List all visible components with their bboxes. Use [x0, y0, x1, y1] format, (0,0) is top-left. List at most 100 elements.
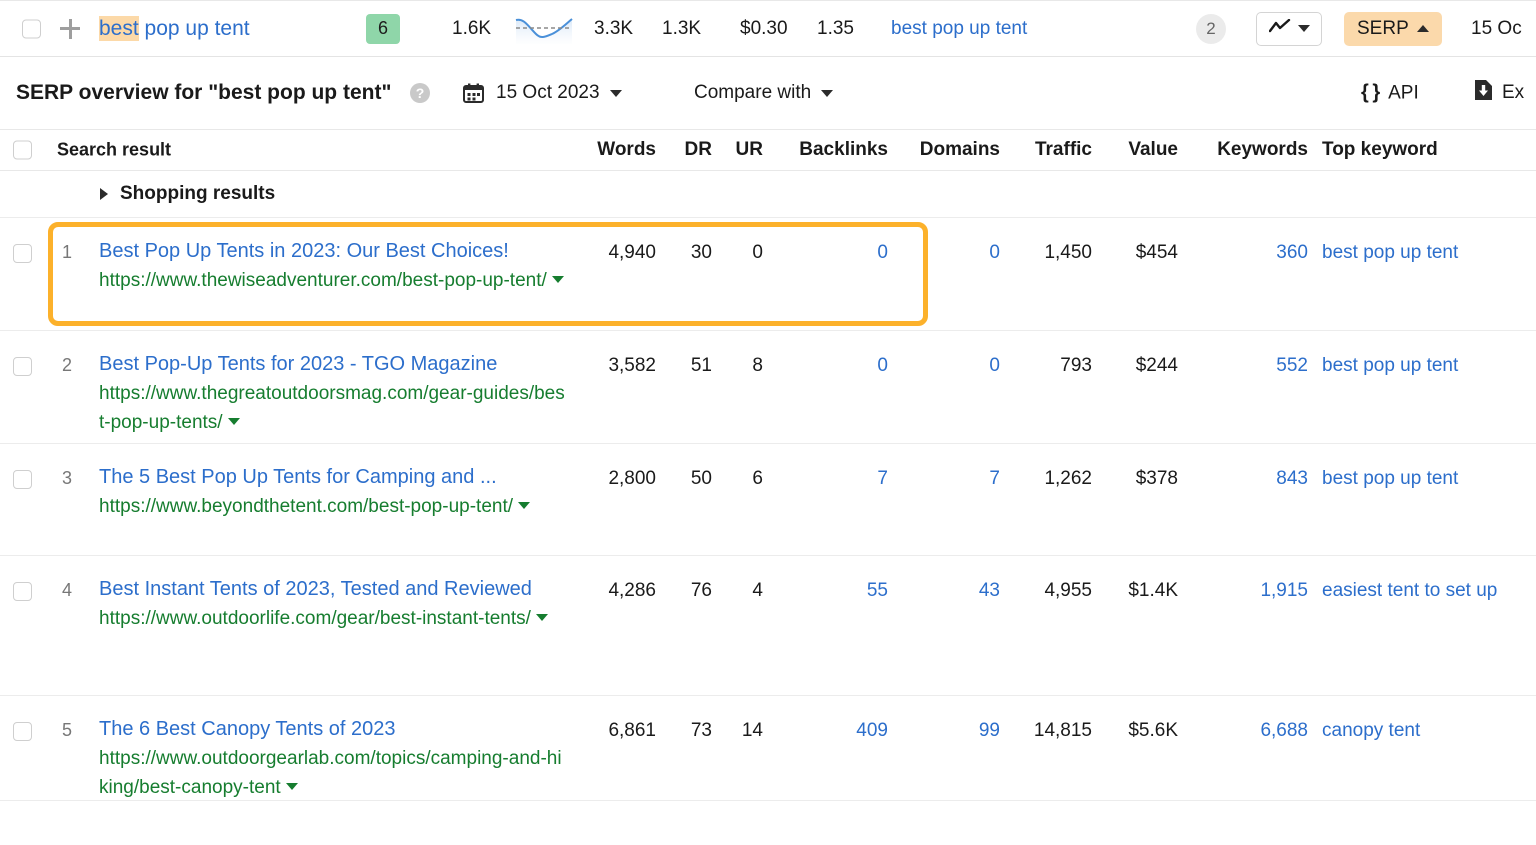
cell-keywords[interactable]: 360 — [1276, 242, 1308, 264]
chevron-down-icon — [821, 90, 833, 97]
result-url-link[interactable]: https://www.beyondthetent.com/best-pop-u… — [99, 492, 569, 521]
cell-keywords[interactable]: 6,688 — [1260, 720, 1308, 742]
chevron-down-icon[interactable] — [518, 502, 530, 509]
cell-domains[interactable]: 0 — [989, 355, 1000, 377]
result-cell: Best Pop-Up Tents for 2023 - TGO Magazin… — [99, 349, 569, 437]
row-position-number: 1 — [62, 242, 72, 263]
cell-backlinks[interactable]: 7 — [877, 468, 888, 490]
table-row[interactable]: 5The 6 Best Canopy Tents of 2023https://… — [0, 696, 1536, 801]
cell-top-keyword[interactable]: best pop up tent — [1322, 355, 1458, 377]
curly-braces-icon: { } — [1361, 82, 1379, 105]
row-checkbox[interactable] — [13, 722, 32, 741]
cell-domains[interactable]: 0 — [989, 242, 1000, 264]
cell-top-keyword[interactable]: best pop up tent — [1322, 468, 1458, 490]
result-url-link[interactable]: https://www.thegreatoutdoorsmag.com/gear… — [99, 379, 569, 437]
cell-words: 3,582 — [608, 355, 656, 377]
chevron-down-icon[interactable] — [552, 276, 564, 283]
volume-value: 1.6K — [452, 18, 491, 40]
cell-traffic: 4,955 — [1044, 580, 1092, 602]
row-checkbox[interactable] — [13, 470, 32, 489]
cell-traffic: 1,450 — [1044, 242, 1092, 264]
column-header-result[interactable]: Search result — [57, 140, 171, 161]
column-header-top-keyword[interactable]: Top keyword — [1322, 139, 1438, 161]
cell-backlinks[interactable]: 0 — [877, 242, 888, 264]
cell-traffic: 1,262 — [1044, 468, 1092, 490]
shopping-results-group-row[interactable]: Shopping results — [0, 171, 1536, 218]
cell-dr: 51 — [691, 355, 712, 377]
export-button[interactable]: Ex — [1474, 79, 1524, 107]
cell-dr: 73 — [691, 720, 712, 742]
cell-value: $454 — [1136, 242, 1178, 264]
select-all-checkbox[interactable] — [13, 141, 32, 160]
cell-domains[interactable]: 43 — [979, 580, 1000, 602]
table-row[interactable]: 2Best Pop-Up Tents for 2023 - TGO Magazi… — [0, 331, 1536, 444]
cell-value: $378 — [1136, 468, 1178, 490]
date-picker-label: 15 Oct 2023 — [496, 82, 600, 104]
result-title-link[interactable]: Best Instant Tents of 2023, Tested and R… — [99, 578, 532, 600]
serp-features-count[interactable]: 2 — [1196, 14, 1226, 44]
cell-words: 4,286 — [608, 580, 656, 602]
cell-top-keyword[interactable]: best pop up tent — [1322, 242, 1458, 264]
table-row[interactable]: 4 Best Instant Tents of 2023, Tested and … — [0, 556, 1536, 696]
keyword-highlight: best — [99, 16, 139, 41]
date-picker[interactable]: 15 Oct 2023 — [496, 82, 622, 104]
cps-value: 1.35 — [817, 18, 854, 40]
chevron-down-icon[interactable] — [228, 418, 240, 425]
chevron-down-icon[interactable] — [536, 614, 548, 621]
cell-keywords[interactable]: 552 — [1276, 355, 1308, 377]
result-title-link[interactable]: The 6 Best Canopy Tents of 2023 — [99, 718, 396, 740]
result-title-link[interactable]: Best Pop-Up Tents for 2023 - TGO Magazin… — [99, 353, 497, 375]
column-header-domains[interactable]: Domains — [920, 139, 1000, 161]
keyword-link[interactable]: best pop up tent — [99, 17, 250, 41]
result-url-link[interactable]: https://www.thewiseadventurer.com/best-p… — [99, 266, 569, 295]
add-keyword-icon[interactable] — [60, 19, 80, 39]
cpc-value: $0.30 — [740, 18, 788, 40]
row-checkbox[interactable] — [13, 244, 32, 263]
row-checkbox[interactable] — [13, 582, 32, 601]
cell-top-keyword[interactable]: easiest tent to set up — [1322, 580, 1497, 602]
question-mark-icon[interactable]: ? — [410, 83, 430, 103]
column-header-value[interactable]: Value — [1128, 139, 1178, 161]
keyword-row-checkbox[interactable] — [22, 19, 41, 38]
api-button[interactable]: { } API — [1361, 82, 1419, 105]
serp-toggle-button[interactable]: SERP — [1344, 12, 1442, 46]
cell-keywords[interactable]: 843 — [1276, 468, 1308, 490]
table-row[interactable]: 1 Best Pop Up Tents in 2023: Our Best Cho… — [0, 218, 1536, 331]
cell-backlinks[interactable]: 409 — [856, 720, 888, 742]
column-header-ur[interactable]: UR — [736, 139, 763, 161]
chart-dropdown-button[interactable] — [1256, 12, 1322, 46]
row-checkbox[interactable] — [13, 357, 32, 376]
result-url-link[interactable]: https://www.outdoorgearlab.com/topics/ca… — [99, 744, 569, 802]
shopping-results-label: Shopping results — [120, 183, 275, 205]
chevron-down-icon[interactable] — [286, 783, 298, 790]
row-position-number: 3 — [62, 468, 72, 489]
compare-with-dropdown[interactable]: Compare with — [694, 82, 833, 104]
result-cell: Best Pop Up Tents in 2023: Our Best Choi… — [99, 236, 569, 295]
cell-domains[interactable]: 7 — [989, 468, 1000, 490]
cell-domains[interactable]: 99 — [979, 720, 1000, 742]
column-header-dr[interactable]: DR — [685, 139, 712, 161]
result-url-link[interactable]: https://www.outdoorlife.com/gear/best-in… — [99, 604, 569, 633]
download-file-icon — [1474, 79, 1493, 107]
keyword-difficulty-value: 3.3K — [594, 18, 633, 40]
cell-keywords[interactable]: 1,915 — [1260, 580, 1308, 602]
table-row[interactable]: 3 The 5 Best Pop Up Tents for Camping and… — [0, 444, 1536, 556]
column-header-backlinks[interactable]: Backlinks — [799, 139, 888, 161]
column-header-traffic[interactable]: Traffic — [1035, 139, 1092, 161]
cell-value: $1.4K — [1128, 580, 1178, 602]
parent-topic-link[interactable]: best pop up tent — [891, 18, 1027, 40]
chevron-down-icon — [610, 90, 622, 97]
cell-value: $5.6K — [1128, 720, 1178, 742]
result-title-link[interactable]: Best Pop Up Tents in 2023: Our Best Choi… — [99, 240, 509, 262]
keyword-rest: pop up tent — [139, 17, 250, 40]
column-header-words[interactable]: Words — [597, 139, 656, 161]
cell-ur: 4 — [752, 580, 763, 602]
cell-backlinks[interactable]: 0 — [877, 355, 888, 377]
result-title-link[interactable]: The 5 Best Pop Up Tents for Camping and … — [99, 466, 497, 488]
triangle-right-icon[interactable] — [100, 188, 108, 200]
cell-top-keyword[interactable]: canopy tent — [1322, 720, 1420, 742]
cell-traffic: 793 — [1060, 355, 1092, 377]
column-header-keywords[interactable]: Keywords — [1217, 139, 1308, 161]
serp-overview-header: SERP overview for "best pop up tent" ? 1… — [0, 57, 1536, 129]
cell-backlinks[interactable]: 55 — [867, 580, 888, 602]
